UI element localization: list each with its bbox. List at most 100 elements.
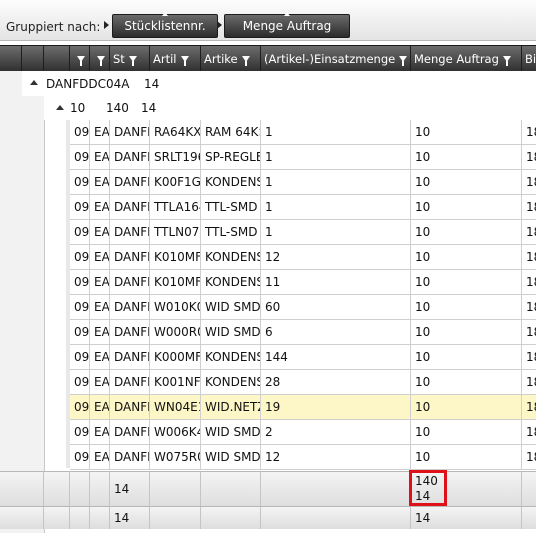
table-cell[interactable]: K00F1G( — [150, 170, 201, 194]
table-cell[interactable]: 18 — [522, 420, 536, 444]
table-cell[interactable]: 09 — [70, 120, 90, 144]
table-cell[interactable]: 09 — [70, 170, 90, 194]
table-cell[interactable]: KONDENS — [201, 170, 261, 194]
table-cell[interactable]: 10 — [411, 170, 522, 194]
column-header-3[interactable]: St — [110, 46, 150, 72]
table-cell[interactable]: WID SMD — [201, 420, 261, 444]
column-header-5[interactable]: Artike — [201, 46, 261, 72]
table-cell[interactable]: 60 — [261, 295, 411, 319]
table-cell[interactable]: WID.NETZ — [201, 395, 261, 419]
table-cell[interactable]: EA — [90, 145, 110, 169]
table-cell[interactable]: EA — [90, 295, 110, 319]
column-header-1[interactable] — [70, 46, 90, 72]
table-cell[interactable]: RA64KX: — [150, 120, 201, 144]
filter-icon[interactable] — [241, 56, 250, 66]
column-header-2[interactable] — [90, 46, 110, 72]
table-cell[interactable]: K010MF — [150, 270, 201, 294]
table-cell[interactable]: W075R0 — [150, 445, 201, 469]
table-cell[interactable]: SP-REGLEI — [201, 145, 261, 169]
table-cell[interactable]: K010MF — [150, 245, 201, 269]
filter-icon[interactable] — [97, 56, 105, 66]
table-row[interactable]: 09EADANFIW006K4WID SMD21018 — [70, 420, 536, 445]
table-cell[interactable]: 18 — [522, 445, 536, 469]
table-cell[interactable]: 18 — [522, 345, 536, 369]
table-cell[interactable]: EA — [90, 420, 110, 444]
table-cell[interactable]: 09 — [70, 345, 90, 369]
table-cell[interactable]: W006K4 — [150, 420, 201, 444]
column-header-8[interactable]: Bi — [522, 46, 536, 72]
table-cell[interactable]: 10 — [411, 445, 522, 469]
table-cell[interactable]: WN04E1 — [150, 395, 201, 419]
table-cell[interactable]: 10 — [411, 420, 522, 444]
table-cell[interactable]: 19 — [261, 395, 411, 419]
table-cell[interactable]: EA — [90, 320, 110, 344]
table-cell[interactable]: 18 — [522, 370, 536, 394]
table-row[interactable]: 09EADANFIK00F1G(KONDENS11018 — [70, 170, 536, 195]
table-cell[interactable]: WID SMD — [201, 320, 261, 344]
table-cell[interactable]: 18 — [522, 395, 536, 419]
table-cell[interactable]: TTLA164 — [150, 195, 201, 219]
table-cell[interactable]: 09 — [70, 370, 90, 394]
table-cell[interactable]: 09 — [70, 445, 90, 469]
table-cell[interactable]: 09 — [70, 145, 90, 169]
table-cell[interactable]: 09 — [70, 320, 90, 344]
table-cell[interactable]: EA — [90, 370, 110, 394]
table-cell[interactable]: EA — [90, 445, 110, 469]
table-cell[interactable]: 10 — [411, 220, 522, 244]
group-row-level1[interactable]: DANFDDC04A 14 — [22, 71, 536, 96]
table-cell[interactable]: SRLT196 — [150, 145, 201, 169]
filter-icon[interactable] — [180, 56, 189, 66]
table-cell[interactable]: 18 — [522, 120, 536, 144]
table-cell[interactable]: 10 — [411, 370, 522, 394]
table-row[interactable]: 09EADANFITTLA164TTL-SMD11018 — [70, 195, 536, 220]
table-cell[interactable]: 18 — [522, 220, 536, 244]
table-cell[interactable]: DANFI — [110, 345, 150, 369]
table-cell[interactable]: 1 — [261, 195, 411, 219]
table-cell[interactable]: 18 — [522, 320, 536, 344]
table-cell[interactable]: KONDENS — [201, 370, 261, 394]
collapse-icon[interactable] — [30, 80, 38, 85]
table-cell[interactable]: 18 — [522, 270, 536, 294]
table-cell[interactable]: TTL-SMD — [201, 220, 261, 244]
table-row[interactable]: 09EADANFIW000R0WID SMD61018 — [70, 320, 536, 345]
table-cell[interactable]: K001NF( — [150, 370, 201, 394]
table-cell[interactable]: DANFI — [110, 270, 150, 294]
table-cell[interactable]: KONDENS — [201, 270, 261, 294]
table-cell[interactable]: 1 — [261, 170, 411, 194]
table-cell[interactable]: 09 — [70, 270, 90, 294]
table-cell[interactable]: 12 — [261, 445, 411, 469]
table-row[interactable]: 09EADANFIK010MFKONDENS111018 — [70, 270, 536, 295]
table-cell[interactable]: RAM 64K> — [201, 120, 261, 144]
table-cell[interactable]: 10 — [411, 245, 522, 269]
table-cell[interactable]: KONDENS — [201, 245, 261, 269]
table-cell[interactable]: DANFI — [110, 220, 150, 244]
table-row[interactable]: 09EADANFITTLN07STTL-SMD11018 — [70, 220, 536, 245]
table-cell[interactable]: 18 — [522, 195, 536, 219]
table-cell[interactable]: 10 — [411, 270, 522, 294]
table-cell[interactable]: 09 — [70, 220, 90, 244]
table-row[interactable]: 09EADANFIK010MFKONDENS121018 — [70, 245, 536, 270]
column-header-7[interactable]: Menge Auftrag — [411, 46, 522, 72]
table-cell[interactable]: W010K0 — [150, 295, 201, 319]
group-row-level2[interactable]: 10 140 14 — [44, 96, 536, 120]
table-cell[interactable]: DANFI — [110, 195, 150, 219]
table-cell[interactable]: 10 — [411, 120, 522, 144]
table-cell[interactable]: EA — [90, 270, 110, 294]
table-row[interactable]: 09EADANFIK001NF(KONDENS281018 — [70, 370, 536, 395]
table-cell[interactable]: DANFI — [110, 370, 150, 394]
table-cell[interactable]: EA — [90, 395, 110, 419]
filter-icon[interactable] — [77, 56, 85, 66]
table-cell[interactable]: TTLN07S — [150, 220, 201, 244]
table-cell[interactable]: 18 — [522, 145, 536, 169]
table-cell[interactable]: WID SMD — [201, 445, 261, 469]
group-chip-menge-auftrag[interactable]: Menge Auftrag — [224, 12, 350, 38]
table-cell[interactable]: 10 — [411, 195, 522, 219]
table-cell[interactable]: DANFI — [110, 420, 150, 444]
table-cell[interactable]: TTL-SMD — [201, 195, 261, 219]
table-cell[interactable]: 1 — [261, 220, 411, 244]
table-cell[interactable]: EA — [90, 345, 110, 369]
table-cell[interactable]: 09 — [70, 395, 90, 419]
table-cell[interactable]: KONDENS — [201, 345, 261, 369]
table-cell[interactable]: DANFI — [110, 120, 150, 144]
column-header-6[interactable]: (Artikel-)Einsatzmenge — [261, 46, 411, 72]
